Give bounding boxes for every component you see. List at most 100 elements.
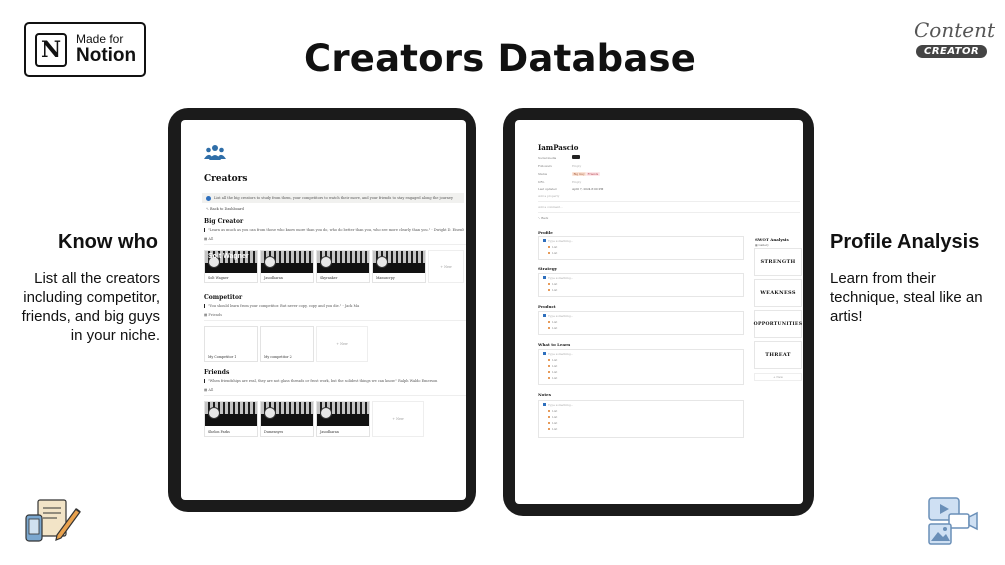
profile-section-box[interactable]: Type something... List List <box>538 236 744 260</box>
placeholder: Type something... <box>543 352 573 356</box>
big-creator-view-tab[interactable]: ▦ All <box>204 237 213 241</box>
list-item-text: List <box>552 251 558 255</box>
right-heading: Profile Analysis <box>830 231 980 253</box>
card-name: Dumensyes <box>264 430 284 434</box>
new-card-button[interactable]: + New <box>372 401 424 437</box>
list-item: List <box>548 376 557 380</box>
divider <box>204 320 466 321</box>
brand-script: Content <box>914 18 996 42</box>
avatar <box>320 407 332 419</box>
notes-section-heading: Notes <box>538 392 551 397</box>
list-item-text: List <box>552 320 558 324</box>
list-item-text: List <box>552 364 558 368</box>
card-name: Solt Wagner <box>208 276 229 280</box>
notes-section-box[interactable]: Type something... List List List List <box>538 400 744 438</box>
status-tag[interactable]: Big Guy <box>572 171 587 176</box>
new-card-button[interactable]: + New <box>316 326 368 362</box>
profile-title: IamPascio <box>538 143 579 152</box>
list-item-text: List <box>552 245 558 249</box>
tablet-profile: IamPascio Social media Followers Empty S… <box>503 108 814 516</box>
friend-card[interactable]: Shelon Parks <box>204 401 258 437</box>
page-title: Creators Database <box>303 37 697 80</box>
placeholder-text: Type something... <box>548 352 574 356</box>
divider <box>204 395 466 396</box>
back-label: Back <box>541 216 549 220</box>
avatar <box>376 256 388 268</box>
friends-view-tab[interactable]: ▦ All <box>204 388 213 392</box>
back-button[interactable]: ↖ Back <box>538 216 548 220</box>
list-item: List <box>548 326 557 330</box>
list-item-text: List <box>552 288 558 292</box>
swot-strength-card[interactable]: STRENGTH <box>754 248 802 276</box>
placeholder: Type something... <box>543 276 573 280</box>
content-creator-logo: Content CREATOR <box>912 18 995 62</box>
what-to-learn-section-box[interactable]: Type something... List List List List <box>538 349 744 385</box>
list-item-text: List <box>552 376 558 380</box>
prop-label: Social media <box>538 156 557 160</box>
prop-label: Status <box>538 172 548 176</box>
tablet-creators: Creators List all the big creators to st… <box>168 108 476 512</box>
competitor-card[interactable]: My Competitor 1 <box>204 326 258 362</box>
prop-value[interactable]: Empty <box>572 164 581 168</box>
back-to-dashboard-link[interactable]: ↖ Back to Dashboard <box>206 207 244 211</box>
checkbox-icon <box>543 239 546 242</box>
prop-value[interactable]: Empty <box>572 180 581 184</box>
card-cover <box>317 251 369 273</box>
friends-quote: "When friendships are real, they are not… <box>204 379 437 383</box>
card-name: My Competitor 1 <box>208 355 237 359</box>
avatar <box>264 407 276 419</box>
profile-screen: IamPascio Social media Followers Empty S… <box>515 120 803 504</box>
divider <box>538 201 800 202</box>
swot-heading: SWOT Analysis <box>755 237 789 242</box>
creators-title: Creators <box>204 174 248 184</box>
creator-card[interactable]: Manuscrpy <box>372 250 426 283</box>
prop-label: Last updated <box>538 187 557 191</box>
add-comment-input[interactable]: Add a comment... <box>538 205 563 209</box>
competitor-view-tab[interactable]: ▦ Friends <box>204 313 222 317</box>
placeholder-text: Type something... <box>548 314 574 318</box>
list-item: List <box>548 370 557 374</box>
divider <box>538 212 800 213</box>
new-card-button[interactable]: + New <box>428 250 464 283</box>
swot-opportunities-card[interactable]: OPPORTUNITIES <box>754 310 802 338</box>
card-name: Skyranker <box>320 276 338 280</box>
big-creator-quote: "Learn as much as you can from those who… <box>204 228 464 232</box>
creator-card[interactable]: Skyranker <box>316 250 370 283</box>
strategy-section-box[interactable]: Type something... List List <box>538 273 744 297</box>
avatar <box>264 256 276 268</box>
social-media-icon[interactable] <box>572 155 580 159</box>
placeholder: Type something... <box>543 239 573 243</box>
list-item-text: List <box>552 415 558 419</box>
list-item-text: List <box>552 282 558 286</box>
people-icon <box>204 145 226 160</box>
list-item: List <box>548 409 557 413</box>
swot-view-tab[interactable]: ▦ Gallery <box>755 243 769 247</box>
strategy-section-heading: Strategy <box>538 266 557 271</box>
info-icon <box>206 195 211 201</box>
prop-label: Followers <box>538 164 552 168</box>
prop-label: URL <box>538 180 545 184</box>
product-section-box[interactable]: Type something... List List <box>538 311 744 335</box>
friend-card[interactable]: Jasodharan <box>316 401 370 437</box>
creator-card[interactable]: Solt Wagner Solt Wagner <box>204 250 258 283</box>
view-label: All <box>208 388 214 392</box>
friend-card[interactable]: Dumensyes <box>260 401 314 437</box>
card-cover <box>373 251 425 273</box>
swot-threat-card[interactable]: THREAT <box>754 341 802 369</box>
view-label: All <box>208 237 214 241</box>
competitor-card[interactable]: My competitor 2 <box>260 326 314 362</box>
status-tag[interactable]: Friends <box>586 171 600 176</box>
card-name: Jasodharan <box>264 276 283 280</box>
add-property-button[interactable]: Add a property <box>538 194 559 198</box>
swot-new-button[interactable]: + New <box>754 373 802 381</box>
left-heading: Know who <box>58 231 158 253</box>
swot-weakness-card[interactable]: WEAKNESS <box>754 279 802 307</box>
list-item: List <box>548 288 557 292</box>
card-name: Manuscrpy <box>376 276 395 280</box>
list-item-text: List <box>552 326 558 330</box>
competitor-heading: Competitor <box>204 294 243 301</box>
list-item: List <box>548 427 557 431</box>
creators-callout: List all the big creators to study from … <box>202 193 464 203</box>
list-item: List <box>548 251 557 255</box>
creator-card[interactable]: Jasodharan <box>260 250 314 283</box>
